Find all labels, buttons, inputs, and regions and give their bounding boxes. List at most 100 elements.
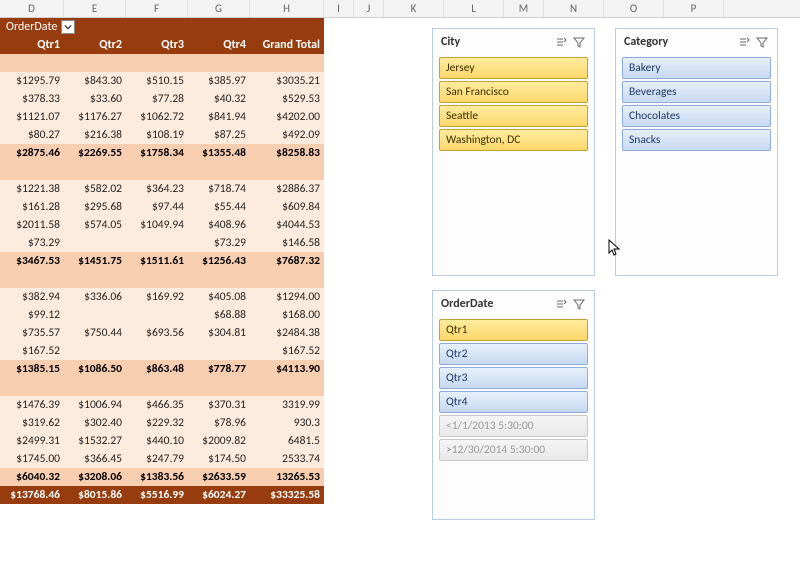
- pivot-data-row[interactable]: $1295.79$843.30$510.15$385.97$3035.21: [0, 72, 324, 90]
- pivot-cell[interactable]: $1256.43: [188, 252, 250, 270]
- pivot-cell[interactable]: $510.15: [126, 72, 188, 90]
- multiselect-icon[interactable]: [554, 297, 568, 311]
- pivot-cell[interactable]: $1176.27: [64, 108, 126, 126]
- pivot-cell[interactable]: $167.52: [250, 342, 324, 360]
- col-header-K[interactable]: K: [384, 0, 444, 17]
- col-header-D[interactable]: D: [0, 0, 64, 17]
- col-header-F[interactable]: F: [126, 0, 188, 17]
- pivot-cell[interactable]: [126, 306, 188, 324]
- pivot-data-row[interactable]: $80.27$216.38$108.19$87.25$492.09: [0, 126, 324, 144]
- slicer-orderdate-item[interactable]: Qtr2: [439, 343, 588, 365]
- pivot-cell[interactable]: $167.52: [0, 342, 64, 360]
- slicer-category-item[interactable]: Beverages: [622, 81, 771, 103]
- pivot-cell[interactable]: $174.50: [188, 450, 250, 468]
- pivot-cell[interactable]: $1086.50: [64, 360, 126, 378]
- pivot-cell[interactable]: $778.77: [188, 360, 250, 378]
- col-header-I[interactable]: I: [324, 0, 354, 17]
- pivot-cell[interactable]: $1121.07: [0, 108, 64, 126]
- pivot-cell[interactable]: $146.58: [250, 234, 324, 252]
- pivot-cell[interactable]: $3467.53: [0, 252, 64, 270]
- pivot-cell[interactable]: $841.94: [188, 108, 250, 126]
- pivot-cell[interactable]: $2875.46: [0, 144, 64, 162]
- pivot-cell[interactable]: $108.19: [126, 126, 188, 144]
- col-header-M[interactable]: M: [504, 0, 544, 17]
- pivot-cell[interactable]: [126, 234, 188, 252]
- filter-icon[interactable]: [572, 297, 586, 311]
- pivot-cell[interactable]: 930.3: [250, 414, 324, 432]
- pivot-data-row[interactable]: $1221.38$582.02$364.23$718.74$2886.37: [0, 180, 324, 198]
- pivot-data-row[interactable]: $378.33$33.60$77.28$40.32$529.53: [0, 90, 324, 108]
- col-header-G[interactable]: G: [188, 0, 250, 17]
- slicer-orderdate-item[interactable]: Qtr1: [439, 319, 588, 341]
- col-header-P[interactable]: P: [664, 0, 724, 17]
- pivot-data-row[interactable]: $1745.00$366.45$247.79$174.502533.74: [0, 450, 324, 468]
- pivot-data-row[interactable]: $735.57$750.44$693.56$304.81$2484.38: [0, 324, 324, 342]
- pivot-cell[interactable]: [64, 306, 126, 324]
- slicer-city-item[interactable]: San Francisco: [439, 81, 588, 103]
- col-header-O[interactable]: O: [604, 0, 664, 17]
- pivot-cell[interactable]: $1532.27: [64, 432, 126, 450]
- pivot-cell[interactable]: 13265.53: [250, 468, 324, 486]
- slicer-orderdate-item[interactable]: Qtr4: [439, 391, 588, 413]
- pivot-data-row[interactable]: $99.12$68.88$168.00: [0, 306, 324, 324]
- pivot-cell[interactable]: $2633.59: [188, 468, 250, 486]
- pivot-cell[interactable]: $1006.94: [64, 396, 126, 414]
- pivot-cell[interactable]: $693.56: [126, 324, 188, 342]
- slicer-orderdate-item[interactable]: Qtr3: [439, 367, 588, 389]
- pivot-cell[interactable]: $302.40: [64, 414, 126, 432]
- pivot-data-row[interactable]: $382.94$336.06$169.92$405.08$1294.00: [0, 288, 324, 306]
- pivot-cell[interactable]: $99.12: [0, 306, 64, 324]
- pivot-data-row[interactable]: $167.52 $167.52: [0, 342, 324, 360]
- pivot-cell[interactable]: $364.23: [126, 180, 188, 198]
- pivot-cell[interactable]: $405.08: [188, 288, 250, 306]
- pivot-cell[interactable]: $574.05: [64, 216, 126, 234]
- pivot-cell[interactable]: $1758.34: [126, 144, 188, 162]
- pivot-cell[interactable]: $2011.58: [0, 216, 64, 234]
- pivot-cell[interactable]: $13768.46: [0, 486, 64, 504]
- slicer-category-item[interactable]: Bakery: [622, 57, 771, 79]
- pivot-subtotal-row[interactable]: $6040.32$3208.06$1383.56$2633.5913265.53: [0, 468, 324, 486]
- pivot-cell[interactable]: $3035.21: [250, 72, 324, 90]
- pivot-cell[interactable]: $718.74: [188, 180, 250, 198]
- col-header-E[interactable]: E: [64, 0, 126, 17]
- pivot-cell[interactable]: $80.27: [0, 126, 64, 144]
- pivot-cell[interactable]: $2269.55: [64, 144, 126, 162]
- pivot-cell[interactable]: $2886.37: [250, 180, 324, 198]
- slicer-category-item[interactable]: Snacks: [622, 129, 771, 151]
- col-header-J[interactable]: J: [354, 0, 384, 17]
- pivot-cell[interactable]: $4044.53: [250, 216, 324, 234]
- pivot-field-dropdown[interactable]: [61, 20, 75, 34]
- pivot-col-qtr1[interactable]: Qtr1: [0, 36, 64, 54]
- pivot-cell[interactable]: $408.96: [188, 216, 250, 234]
- pivot-cell[interactable]: $304.81: [188, 324, 250, 342]
- pivot-cell[interactable]: $750.44: [64, 324, 126, 342]
- pivot-cell[interactable]: $161.28: [0, 198, 64, 216]
- pivot-cell[interactable]: [64, 342, 126, 360]
- pivot-cell[interactable]: $229.32: [126, 414, 188, 432]
- pivot-cell[interactable]: $466.35: [126, 396, 188, 414]
- pivot-cell[interactable]: $73.29: [0, 234, 64, 252]
- pivot-cell[interactable]: $4113.90: [250, 360, 324, 378]
- pivot-cell[interactable]: $1295.79: [0, 72, 64, 90]
- pivot-data-row[interactable]: $1121.07$1176.27$1062.72$841.94$4202.00: [0, 108, 324, 126]
- pivot-data-row[interactable]: $319.62$302.40$229.32$78.96930.3: [0, 414, 324, 432]
- slicer-city-item[interactable]: Jersey: [439, 57, 588, 79]
- pivot-cell[interactable]: $1745.00: [0, 450, 64, 468]
- slicer-orderdate-item[interactable]: <1/1/2013 5:30:00: [439, 415, 588, 437]
- pivot-cell[interactable]: $609.84: [250, 198, 324, 216]
- pivot-cell[interactable]: $6024.27: [188, 486, 250, 504]
- pivot-cell[interactable]: $5516.99: [126, 486, 188, 504]
- pivot-subtotal-row[interactable]: $1385.15$1086.50$863.48$778.77$4113.90: [0, 360, 324, 378]
- pivot-cell[interactable]: $440.10: [126, 432, 188, 450]
- pivot-cell[interactable]: $378.33: [0, 90, 64, 108]
- pivot-cell[interactable]: $336.06: [64, 288, 126, 306]
- pivot-cell[interactable]: $216.38: [64, 126, 126, 144]
- pivot-cell[interactable]: $863.48: [126, 360, 188, 378]
- pivot-cell[interactable]: $295.68: [64, 198, 126, 216]
- filter-icon[interactable]: [572, 35, 586, 49]
- pivot-cell[interactable]: $1355.48: [188, 144, 250, 162]
- pivot-data-row[interactable]: $1476.39$1006.94$466.35$370.313319.99: [0, 396, 324, 414]
- pivot-cell[interactable]: $33.60: [64, 90, 126, 108]
- pivot-cell[interactable]: $492.09: [250, 126, 324, 144]
- col-header-N[interactable]: N: [544, 0, 604, 17]
